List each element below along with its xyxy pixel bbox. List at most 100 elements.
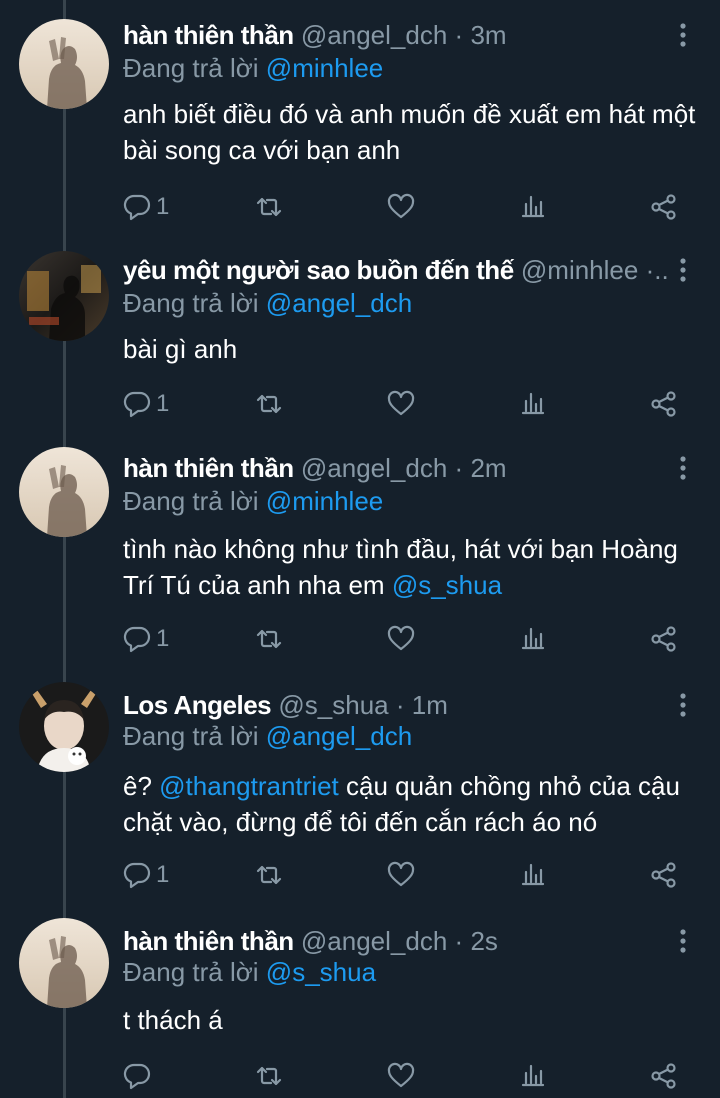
- retweet-icon: [256, 197, 282, 217]
- retweet-icon: [256, 865, 282, 885]
- analytics-button[interactable]: [518, 855, 548, 895]
- action-bar: 1: [0, 384, 720, 424]
- more-options-button[interactable]: [668, 924, 698, 958]
- author-handle[interactable]: @angel_dch: [301, 926, 447, 956]
- retweet-icon: [256, 394, 282, 414]
- tweet-header: hàn thiên thần @angel_dch · 3m: [123, 18, 668, 52]
- author-handle[interactable]: @angel_dch: [301, 20, 447, 50]
- retweet-button[interactable]: [254, 187, 284, 227]
- action-bar: 1: [0, 855, 720, 895]
- more-vertical-icon: [680, 693, 686, 717]
- replying-to-label: Đang trả lời: [123, 721, 259, 751]
- share-icon: [651, 391, 676, 417]
- share-icon: [651, 1063, 676, 1089]
- replying-to-label: Đang trả lời: [123, 53, 259, 83]
- tweet-mention[interactable]: @s_shua: [392, 570, 502, 600]
- author-name[interactable]: hàn thiên thần: [123, 453, 294, 483]
- more-options-button[interactable]: [668, 688, 698, 722]
- tweet-mention[interactable]: @thangtrantriet: [159, 771, 339, 801]
- reply-button[interactable]: 1: [122, 855, 169, 895]
- avatar[interactable]: [19, 918, 109, 1008]
- action-bar: 1: [0, 619, 720, 659]
- author-name[interactable]: hàn thiên thần: [123, 926, 294, 956]
- replying-to-mention[interactable]: @minhlee: [266, 53, 383, 83]
- share-button[interactable]: [649, 187, 679, 227]
- retweet-button[interactable]: [254, 384, 284, 424]
- tweet-text: tình nào không như tình đầu, hát với bạn…: [123, 531, 703, 603]
- reply-button[interactable]: 1: [122, 384, 169, 424]
- author-name[interactable]: Los Angeles: [123, 690, 272, 720]
- more-options-button[interactable]: [668, 253, 698, 287]
- author-handle[interactable]: @s_shua: [278, 690, 388, 720]
- author-handle[interactable]: @angel_dch: [301, 453, 447, 483]
- timestamp[interactable]: 1m: [412, 690, 448, 720]
- avatar[interactable]: [19, 682, 109, 772]
- author-handle[interactable]: @minhlee: [521, 255, 638, 285]
- timestamp[interactable]: 2m: [470, 453, 506, 483]
- separator-dot: ·: [454, 20, 464, 50]
- tweet-text-part: anh biết điều đó và anh muốn đề xuất em …: [123, 99, 696, 165]
- avatar[interactable]: [19, 19, 109, 109]
- tweet-4[interactable]: Los Angeles @s_shua · 1m Đang trả lời @a…: [0, 682, 720, 918]
- timestamp[interactable]: 3m: [470, 20, 506, 50]
- more-options-button[interactable]: [668, 451, 698, 485]
- replying-to-label: Đang trả lời: [123, 486, 259, 516]
- tweet-text: t thách á: [123, 1002, 703, 1038]
- reply-icon: [123, 1063, 151, 1090]
- reply-button[interactable]: 1: [122, 619, 169, 659]
- replying-to-mention[interactable]: @angel_dch: [266, 721, 412, 751]
- tweet-text: bài gì anh: [123, 331, 703, 367]
- sepia-silhouette-avatar-icon: [19, 19, 109, 109]
- retweet-button[interactable]: [254, 1056, 284, 1096]
- separator-dot: ·: [454, 453, 464, 483]
- action-bar: 1: [0, 187, 720, 227]
- like-button[interactable]: [386, 855, 416, 895]
- like-button[interactable]: [386, 187, 416, 227]
- author-name[interactable]: hàn thiên thần: [123, 20, 294, 50]
- reply-button[interactable]: 1: [122, 187, 169, 227]
- share-button[interactable]: [649, 855, 679, 895]
- analytics-icon: [521, 195, 545, 218]
- analytics-button[interactable]: [518, 187, 548, 227]
- action-bar: [0, 1056, 720, 1096]
- tweet-header: hàn thiên thần @angel_dch · 2m: [123, 451, 668, 485]
- retweet-button[interactable]: [254, 619, 284, 659]
- tweet-2[interactable]: yêu một người sao buồn đến thế @minhlee …: [0, 235, 720, 452]
- share-button[interactable]: [649, 384, 679, 424]
- analytics-icon: [521, 1064, 545, 1087]
- tweet-3[interactable]: hàn thiên thần @angel_dch · 2m Đang trả …: [0, 447, 720, 682]
- more-vertical-icon: [680, 456, 686, 480]
- retweet-button[interactable]: [254, 855, 284, 895]
- like-button[interactable]: [386, 1056, 416, 1096]
- more-vertical-icon: [680, 258, 686, 282]
- tweet-header: hàn thiên thần @angel_dch · 2s: [123, 924, 668, 958]
- like-icon: [387, 193, 415, 219]
- like-button[interactable]: [386, 619, 416, 659]
- author-name[interactable]: yêu một người sao buồn đến thế: [123, 255, 514, 285]
- more-vertical-icon: [680, 23, 686, 47]
- replying-to-mention[interactable]: @s_shua: [266, 957, 376, 987]
- replying-to-mention[interactable]: @minhlee: [266, 486, 383, 516]
- timestamp[interactable]: 2s: [470, 926, 497, 956]
- avatar[interactable]: [19, 447, 109, 537]
- analytics-icon: [521, 627, 545, 650]
- tweet-5[interactable]: hàn thiên thần @angel_dch · 2s Đang trả …: [0, 918, 720, 1098]
- replying-to: Đang trả lời @s_shua: [123, 956, 376, 988]
- reply-count: 1: [156, 390, 170, 417]
- share-button[interactable]: [649, 1056, 679, 1096]
- separator-dot: ·...: [645, 255, 668, 285]
- analytics-button[interactable]: [518, 619, 548, 659]
- analytics-button[interactable]: [518, 1056, 548, 1096]
- tweet-1[interactable]: hàn thiên thần @angel_dch · 3m Đang trả …: [0, 0, 720, 232]
- separator-dot: ·: [395, 690, 405, 720]
- reply-button[interactable]: [122, 1056, 156, 1096]
- replying-to-label: Đang trả lời: [123, 288, 259, 318]
- like-button[interactable]: [386, 384, 416, 424]
- avatar[interactable]: [19, 251, 109, 341]
- share-icon: [651, 862, 676, 888]
- analytics-button[interactable]: [518, 384, 548, 424]
- share-button[interactable]: [649, 619, 679, 659]
- more-options-button[interactable]: [668, 18, 698, 52]
- reply-count: 1: [156, 625, 170, 652]
- replying-to-mention[interactable]: @angel_dch: [266, 288, 412, 318]
